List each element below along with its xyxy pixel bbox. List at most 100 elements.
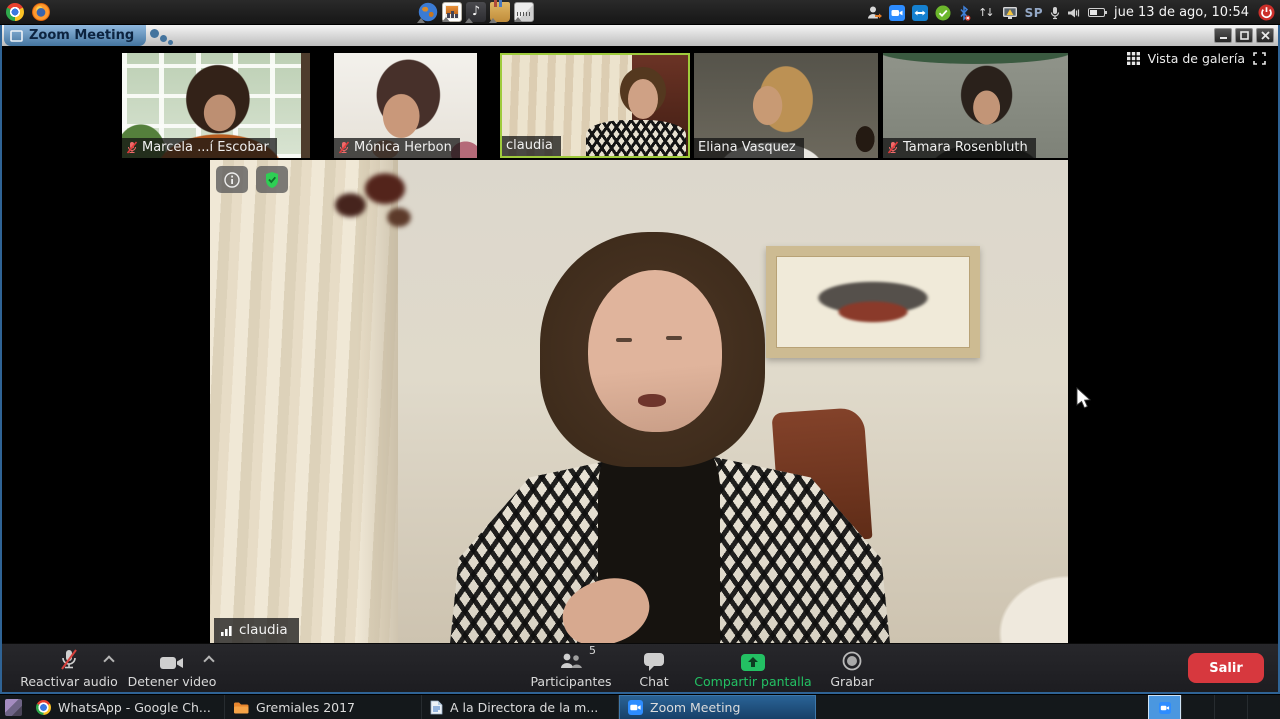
participant-name: Mónica Herbon [354, 140, 452, 155]
participant-video-monica[interactable]: Mónica Herbon [334, 53, 477, 158]
window-controls [1214, 28, 1274, 43]
design-launcher-icon[interactable] [514, 2, 534, 22]
shield-check-icon [264, 171, 280, 189]
meeting-content: Vista de galería Marcela ...í Escobar Mó… [2, 46, 1278, 692]
active-speaker-name: claudia [239, 622, 288, 638]
system-tray: ↑↓ SP jue 13 de ago, 10:54 [866, 0, 1275, 25]
taskbar-item-gremiales[interactable]: Gremiales 2017 [225, 695, 422, 719]
leave-meeting-label: Salir [1209, 661, 1242, 676]
unmute-button[interactable]: Reactivar audio [9, 648, 129, 692]
minimize-button[interactable] [1214, 28, 1232, 43]
window-title-tab: Zoom Meeting [4, 25, 146, 46]
panel-clock[interactable]: jue 13 de ago, 10:54 [1112, 5, 1251, 20]
taskbar-item-whatsapp[interactable]: WhatsApp - Google Ch... [28, 695, 225, 719]
panel-launchers-left [6, 3, 50, 21]
record-button[interactable]: Grabar [822, 648, 882, 692]
window-titlebar[interactable]: Zoom Meeting [2, 25, 1278, 46]
camera-icon [159, 654, 185, 672]
participant-name: claudia [506, 138, 553, 153]
chat-icon [642, 651, 666, 672]
zoom-tray-icon[interactable] [889, 5, 905, 21]
chrome-icon [36, 700, 51, 715]
document-icon [430, 700, 443, 715]
muted-mic-icon [338, 141, 350, 154]
participants-icon [558, 652, 584, 672]
video-scene-artwork [784, 261, 962, 343]
updates-ok-icon[interactable] [935, 5, 951, 21]
folder-icon [233, 701, 249, 715]
microphone-icon[interactable] [1050, 6, 1060, 20]
stop-video-button[interactable]: Detener video [112, 648, 232, 692]
accessories-launcher-icon[interactable] [490, 2, 510, 22]
meeting-toolbar: Reactivar audio Detener video 5 Particip… [2, 643, 1278, 692]
participant-name: Tamara Rosenbluth [903, 140, 1028, 155]
record-label: Grabar [830, 674, 873, 689]
display-warning-icon[interactable] [1002, 6, 1018, 20]
video-scene-eye [666, 336, 682, 340]
maximize-button[interactable] [1235, 28, 1253, 43]
show-desktop-button[interactable] [5, 699, 22, 716]
battery-icon[interactable] [1088, 8, 1105, 17]
workspace-4[interactable] [1247, 695, 1280, 719]
volume-icon[interactable] [1067, 7, 1081, 19]
zoom-meeting-window: Zoom Meeting Vista de galería Marcela ..… [0, 25, 1280, 694]
encryption-shield-button[interactable] [256, 166, 288, 193]
video-scene-flowers [318, 160, 426, 242]
bluetooth-disabled-icon[interactable] [958, 5, 971, 21]
grid-icon [1127, 52, 1140, 65]
taskbar-item-label: WhatsApp - Google Ch... [58, 700, 211, 715]
panel-launchers-center: ♪ [418, 2, 534, 22]
user-switch-icon[interactable] [866, 5, 882, 21]
gallery-view-label: Vista de galería [1148, 51, 1245, 66]
workspace-2[interactable] [1181, 695, 1214, 719]
workspace-3[interactable] [1214, 695, 1247, 719]
participant-nametag: claudia [502, 136, 561, 156]
window-title: Zoom Meeting [29, 28, 134, 43]
workspace-pager [1148, 695, 1280, 719]
muted-mic-icon [126, 141, 138, 154]
share-screen-icon [740, 653, 766, 672]
active-speaker-nametag: claudia [214, 618, 299, 643]
mouse-cursor [1076, 387, 1093, 411]
workspace-1[interactable] [1148, 695, 1181, 719]
chrome-icon[interactable] [6, 3, 24, 21]
video-scene-mouth [638, 394, 666, 407]
participants-label: Participantes [530, 674, 611, 689]
firefox-icon[interactable] [32, 3, 50, 21]
multimedia-launcher-icon[interactable]: ♪ [466, 2, 486, 22]
participant-nametag: Tamara Rosenbluth [883, 138, 1036, 158]
participant-video-eliana[interactable]: Eliana Vasquez [694, 53, 878, 158]
keyboard-layout-indicator[interactable]: SP [1025, 6, 1043, 20]
desktop: ♪ ↑↓ SP jue 13 de ago, 10:54 Zoom Meetin… [0, 0, 1280, 719]
meeting-info-button[interactable] [216, 166, 248, 193]
video-scene-cardigan [586, 120, 686, 156]
stop-video-label: Detener video [128, 674, 217, 689]
participant-video-marcela[interactable]: Marcela ...í Escobar [122, 53, 310, 158]
power-icon[interactable] [1258, 4, 1275, 21]
participants-count: 5 [589, 644, 596, 657]
participant-video-tamara[interactable]: Tamara Rosenbluth [883, 53, 1068, 158]
share-screen-button[interactable]: Compartir pantalla [688, 648, 818, 692]
participant-video-claudia[interactable]: claudia [500, 53, 690, 158]
taskbar-item-document[interactable]: A la Directora de la m... [422, 695, 619, 719]
taskbar-item-zoom[interactable]: Zoom Meeting [619, 695, 816, 719]
muted-mic-icon [887, 141, 899, 154]
network-arrows-icon[interactable]: ↑↓ [978, 6, 994, 19]
zoom-app-icon [1159, 702, 1171, 714]
leave-meeting-button[interactable]: Salir [1188, 653, 1264, 683]
close-button[interactable] [1256, 28, 1274, 43]
unmute-label: Reactivar audio [20, 674, 118, 689]
participants-button[interactable]: 5 Participantes [516, 648, 626, 692]
chat-button[interactable]: Chat [629, 648, 679, 692]
internet-launcher-icon[interactable] [418, 2, 438, 22]
info-icon [223, 171, 241, 189]
fullscreen-icon[interactable] [1253, 52, 1266, 65]
gallery-view-toggle[interactable]: Vista de galería [1127, 51, 1266, 66]
top-panel: ♪ ↑↓ SP jue 13 de ago, 10:54 [0, 0, 1280, 25]
teamviewer-tray-icon[interactable] [912, 5, 928, 21]
window-icon [10, 30, 23, 42]
graphics-launcher-icon[interactable] [442, 2, 462, 22]
audio-level-icon [221, 625, 233, 636]
zoom-app-icon [628, 700, 643, 715]
taskbar: WhatsApp - Google Ch... Gremiales 2017 A… [0, 694, 1280, 719]
